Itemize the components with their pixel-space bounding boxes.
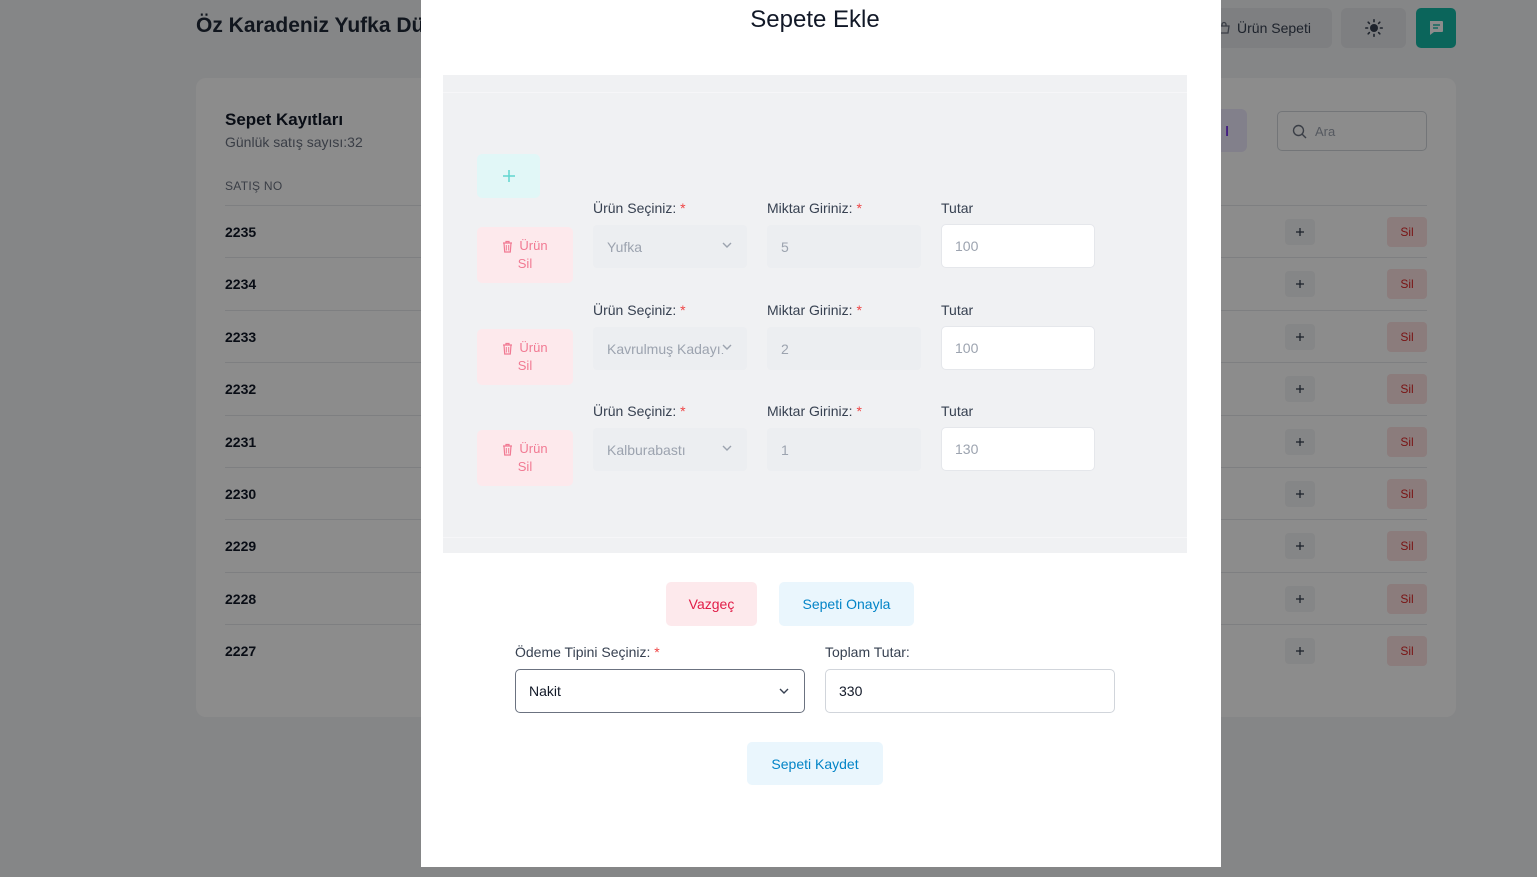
confirm-basket-button[interactable]: Sepeti Onayla (779, 582, 914, 626)
product-label: Ürün Seçiniz: * (593, 403, 686, 419)
remove-item-button[interactable]: Ürün Sil (477, 430, 573, 486)
item-total-input[interactable]: 100 (941, 326, 1095, 370)
cancel-button[interactable]: Vazgeç (666, 582, 757, 626)
product-value: Kalburabastı (607, 441, 686, 458)
remove-item-label-2: Sil (517, 459, 533, 474)
item-total-input[interactable]: 130 (941, 427, 1095, 471)
product-label: Ürün Seçiniz: * (593, 200, 686, 216)
product-select[interactable]: Yufka (593, 225, 747, 268)
remove-item-label-1: Ürün (519, 441, 548, 456)
remove-item-label-1: Ürün (519, 238, 548, 253)
payment-type-value: Nakit (529, 683, 561, 699)
chevron-down-icon (779, 688, 789, 694)
payment-type-label: Ödeme Tipini Seçiniz: * (515, 644, 660, 660)
quantity-label: Miktar Giriniz: * (767, 200, 862, 216)
product-select[interactable]: Kalburabastı (593, 428, 747, 471)
chevron-down-icon (721, 341, 733, 353)
item-total-label: Tutar (941, 200, 974, 216)
quantity-label: Miktar Giriniz: * (767, 403, 862, 419)
save-basket-button[interactable]: Sepeti Kaydet (747, 742, 883, 785)
panel-divider-top (443, 92, 1187, 93)
product-value: Yufka (607, 238, 643, 255)
item-total-label: Tutar (941, 403, 974, 419)
item-total-label: Tutar (941, 302, 974, 318)
item-total-input[interactable]: 100 (941, 224, 1095, 268)
quantity-input[interactable]: 1 (767, 428, 921, 471)
basket-item-row: Ürün Sil Ürün Seçiniz: * Miktar Giriniz: * T… (477, 200, 1177, 290)
chevron-down-icon (721, 442, 733, 454)
remove-item-label-2: Sil (517, 358, 533, 373)
basket-items-panel: Ürün Sil Ürün Seçiniz: * Miktar Giriniz: * T… (443, 75, 1187, 553)
quantity-label: Miktar Giriniz: * (767, 302, 862, 318)
quantity-input[interactable]: 5 (767, 225, 921, 268)
basket-item-row: Ürün Sil Ürün Seçiniz: * Miktar Giriniz: * T… (477, 302, 1177, 392)
trash-icon (503, 342, 513, 355)
remove-item-label-1: Ürün (519, 340, 548, 355)
add-item-button[interactable] (477, 154, 540, 198)
chevron-down-icon (721, 239, 733, 251)
quantity-input[interactable]: 2 (767, 327, 921, 370)
remove-item-button[interactable]: Ürün Sil (477, 329, 573, 385)
trash-icon (503, 443, 513, 456)
grand-total-label: Toplam Tutar: (825, 644, 910, 660)
trash-icon (503, 240, 513, 253)
remove-item-label-2: Sil (517, 256, 533, 271)
product-label: Ürün Seçiniz: * (593, 302, 686, 318)
panel-divider-bottom (443, 537, 1187, 538)
product-value: Kavrulmuş Kadayıf (607, 340, 725, 357)
modal-title: Sepete Ekle (750, 6, 880, 33)
plus-icon (502, 170, 515, 182)
product-select[interactable]: Kavrulmuş Kadayıf (593, 327, 747, 370)
add-to-basket-modal: Sepete Ekle Ürün Sil Ürün Seçiniz: * Miktar… (421, 0, 1221, 867)
remove-item-button[interactable]: Ürün Sil (477, 227, 573, 283)
payment-type-select[interactable]: Nakit (515, 669, 805, 713)
basket-item-row: Ürün Sil Ürün Seçiniz: * Miktar Giriniz: * T… (477, 403, 1177, 493)
grand-total-input[interactable]: 330 (825, 669, 1115, 713)
